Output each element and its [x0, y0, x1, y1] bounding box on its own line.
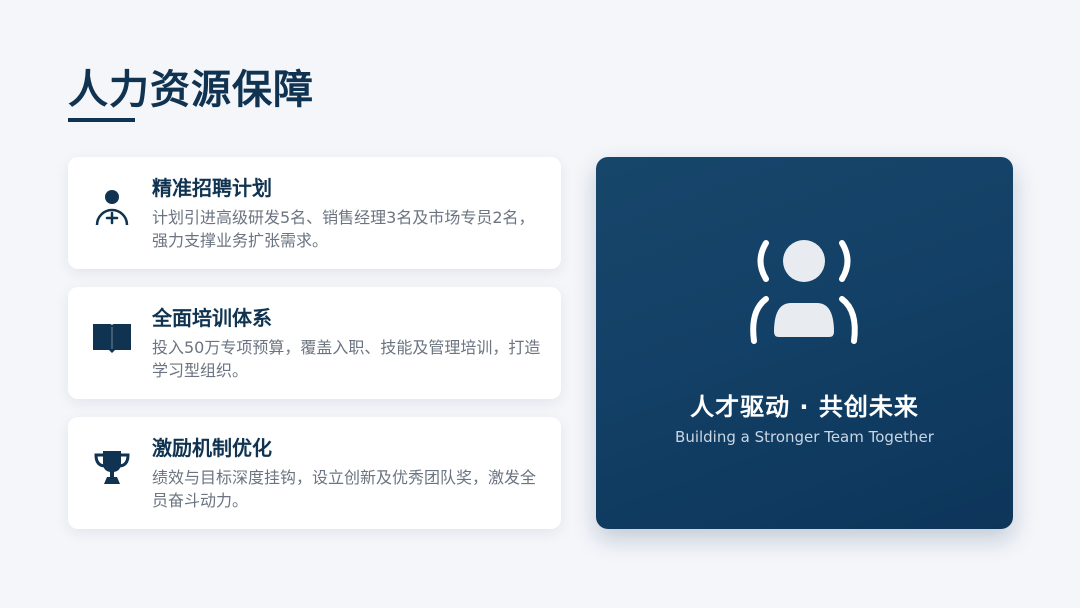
hero-panel: 人才驱动 · 共创未来 Building a Stronger Team Tog… — [596, 157, 1013, 529]
card-heading: 精准招聘计划 — [152, 176, 272, 200]
card-description: 投入50万专项预算，覆盖入职、技能及管理培训，打造学习型组织。 — [152, 338, 541, 380]
card-description: 绩效与目标深度挂钩，设立创新及优秀团队奖，激发全员奋斗动力。 — [152, 468, 537, 510]
book-icon — [92, 317, 132, 357]
card-description: 计划引进高级研发5名、销售经理3名及市场专员2名，强力支撑业务扩张需求。 — [152, 208, 535, 250]
hero-subtitle: Building a Stronger Team Together — [675, 428, 934, 446]
card-training-system: 全面培训体系 投入50万专项预算，覆盖入职、技能及管理培训，打造学习型组织。 — [68, 287, 561, 399]
card-recruitment-plan: 精准招聘计划 计划引进高级研发5名、销售经理3名及市场专员2名，强力支撑业务扩张… — [68, 157, 561, 269]
page-title: 人力资源保障 — [68, 67, 314, 113]
card-heading: 激励机制优化 — [152, 436, 272, 460]
card-incentive-mechanism: 激励机制优化 绩效与目标深度挂钩，设立创新及优秀团队奖，激发全员奋斗动力。 — [68, 417, 561, 529]
user-add-icon — [92, 187, 132, 227]
title-underline — [68, 118, 135, 122]
person-icon — [741, 237, 867, 347]
card-heading: 全面培训体系 — [152, 306, 272, 330]
trophy-icon — [92, 447, 132, 487]
hero-title: 人才驱动 · 共创未来 — [690, 393, 919, 421]
